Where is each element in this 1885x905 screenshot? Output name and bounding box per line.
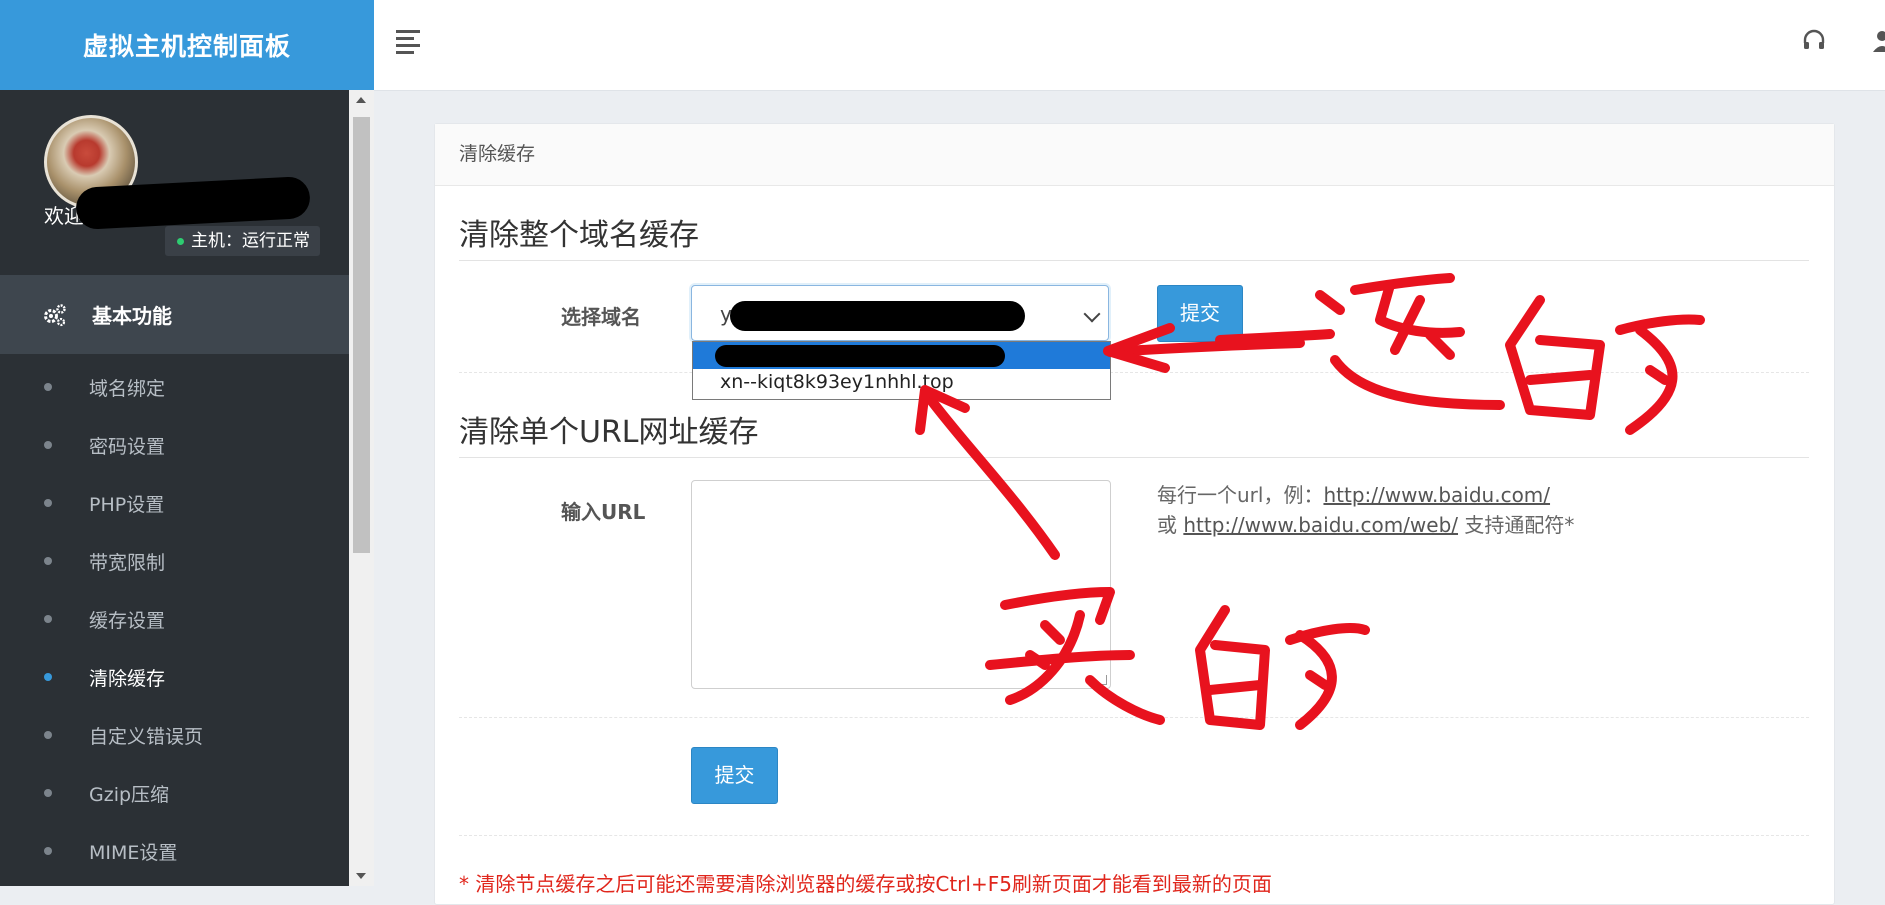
bullet-icon (44, 789, 52, 797)
sidebar-item-label: Gzip压缩 (89, 783, 170, 806)
dropdown-option-redacted[interactable] (693, 342, 1110, 369)
redacted-domain-option (715, 345, 1005, 367)
scrollbar-thumb[interactable] (353, 117, 370, 553)
hamburger-menu-icon[interactable] (396, 30, 420, 54)
sidebar-item-label: MIME设置 (89, 841, 178, 864)
clear-cache-panel: 清除缓存 清除整个域名缓存 选择域名 y n 提交 xn--kiqt8k93ey… (434, 123, 1835, 905)
sidebar-scrollbar[interactable] (349, 90, 374, 886)
submit-url-button[interactable]: 提交 (691, 747, 778, 804)
url-textarea[interactable] (691, 480, 1111, 689)
sidebar-item-error-pages[interactable]: 自定义错误页 (0, 706, 349, 764)
section-title-domain: 清除整个域名缓存 (459, 210, 1809, 261)
sidebar-item-label: 密码设置 (89, 435, 166, 458)
domain-dropdown-list: xn--kiqt8k93ey1nhhl.top (692, 341, 1111, 400)
section-title-url: 清除单个URL网址缓存 (459, 407, 1809, 458)
input-url-label: 输入URL (561, 500, 646, 524)
select-domain-label: 选择域名 (561, 305, 641, 329)
host-status-badge: 主机：运行正常 (165, 226, 320, 256)
sidebar-item-mime[interactable]: MIME设置 (0, 822, 349, 880)
scroll-up-arrow-icon[interactable] (356, 97, 366, 103)
sidebar-item-label: 清除缓存 (89, 667, 166, 690)
headset-icon[interactable] (1801, 28, 1827, 54)
panel-heading: 清除缓存 (435, 124, 1834, 186)
sidebar-item-password[interactable]: 密码设置 (0, 416, 349, 474)
sidebar-item-php[interactable]: PHP设置 (0, 474, 349, 532)
chevron-down-icon (1083, 305, 1101, 323)
sidebar: 欢迎， 主机：运行正常 基本功能 域名绑定 密码设置 PHP设置 带宽限制 缓存… (0, 90, 349, 886)
bullet-icon (44, 499, 52, 507)
sidebar-item-label: 缓存设置 (89, 609, 166, 632)
bullet-icon (44, 673, 52, 681)
sidebar-item-label: PHP设置 (89, 493, 165, 516)
nav-section-basic[interactable]: 基本功能 (0, 275, 349, 354)
brand-title[interactable]: 虚拟主机控制面板 (0, 0, 374, 90)
divider (459, 835, 1809, 836)
status-dot-icon (177, 237, 184, 245)
divider (459, 372, 1809, 373)
url-help-text: 每行一个url，例：http://www.baidu.com/ 或 http:/… (1157, 480, 1577, 540)
sidebar-item-gzip[interactable]: Gzip压缩 (0, 764, 349, 822)
host-status-text: 主机：运行正常 (191, 231, 310, 251)
sidebar-item-bandwidth[interactable]: 带宽限制 (0, 532, 349, 590)
gears-icon (44, 303, 66, 326)
redacted-domain (730, 301, 1025, 331)
example-link-1[interactable]: http://www.baidu.com/ (1323, 483, 1550, 507)
top-bar (374, 0, 1885, 91)
bullet-icon (44, 557, 52, 565)
bullet-icon (44, 731, 52, 739)
resize-grip-icon[interactable] (1097, 675, 1107, 685)
bullet-icon (44, 383, 52, 391)
nav-list: 域名绑定 密码设置 PHP设置 带宽限制 缓存设置 清除缓存 自定义错误页 Gz… (0, 358, 349, 880)
help-text-or: 或 (1157, 513, 1184, 537)
help-text-prefix: 每行一个url，例： (1157, 483, 1324, 507)
sidebar-item-label: 域名绑定 (89, 377, 166, 400)
sidebar-item-label: 带宽限制 (89, 551, 166, 574)
sidebar-item-domain-binding[interactable]: 域名绑定 (0, 358, 349, 416)
nav-header-label: 基本功能 (92, 304, 172, 328)
example-link-2[interactable]: http://www.baidu.com/web/ (1183, 513, 1458, 537)
user-icon[interactable] (1871, 28, 1885, 54)
bullet-icon (44, 441, 52, 449)
bullet-icon (44, 615, 52, 623)
divider (459, 717, 1809, 718)
bullet-icon (44, 847, 52, 855)
sidebar-item-clear-cache[interactable]: 清除缓存 (0, 648, 349, 706)
sidebar-item-cache-settings[interactable]: 缓存设置 (0, 590, 349, 648)
user-panel: 欢迎， 主机：运行正常 (0, 90, 349, 275)
cache-warning-text: * 清除节点缓存之后可能还需要清除浏览器的缓存或按Ctrl+F5刷新页面才能看到… (459, 872, 1272, 896)
sidebar-item-label: 自定义错误页 (89, 725, 204, 748)
scroll-down-arrow-icon[interactable] (356, 873, 366, 879)
help-text-suffix: 支持通配符* (1458, 513, 1575, 537)
dropdown-option-xn-domain[interactable]: xn--kiqt8k93ey1nhhl.top (693, 369, 1110, 396)
submit-domain-button[interactable]: 提交 (1157, 285, 1243, 342)
